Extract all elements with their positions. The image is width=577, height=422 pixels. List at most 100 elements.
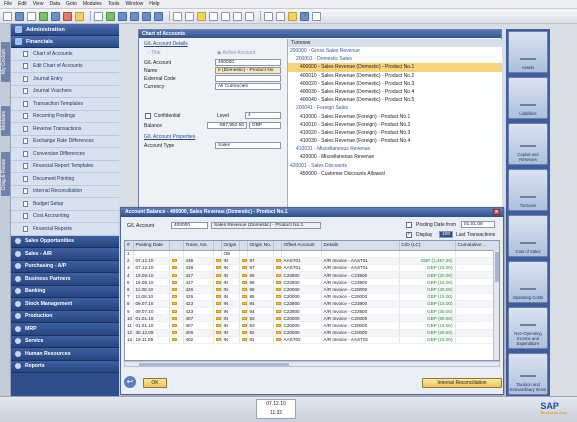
link-arrow-icon[interactable]	[171, 302, 177, 306]
module-administration[interactable]: Administration	[11, 24, 119, 36]
link-arrow-icon[interactable]	[171, 280, 177, 284]
menu-edit[interactable]: Edit	[18, 1, 27, 7]
link-arrow-icon[interactable]	[275, 288, 280, 292]
settings-icon[interactable]	[233, 11, 242, 21]
menu-file[interactable]: File	[4, 1, 12, 7]
link-arrow-icon[interactable]	[215, 259, 220, 263]
financials-item-chart-of-accounts[interactable]: Chart of Accounts	[11, 48, 119, 61]
module-sales-a-r[interactable]: Sales - A/R	[11, 248, 119, 261]
link-arrow-icon[interactable]	[241, 288, 246, 292]
link-arrow-icon[interactable]	[275, 266, 280, 270]
table-row[interactable]: 8 09.07.10 423 IN 94 C23900 A/R Invoice - C239…	[125, 300, 499, 309]
sort-icon[interactable]	[221, 11, 230, 21]
link-arrow-icon[interactable]	[171, 338, 177, 342]
link-arrow-icon[interactable]	[171, 309, 177, 313]
link-arrow-icon[interactable]	[241, 309, 246, 313]
next-icon[interactable]	[142, 11, 151, 21]
link-arrow-icon[interactable]	[275, 338, 280, 342]
link-arrow-icon[interactable]	[275, 316, 280, 320]
link-arrow-icon[interactable]	[215, 323, 220, 327]
link-arrow-icon[interactable]	[275, 309, 280, 313]
column-header[interactable]: Cumulative ...	[455, 241, 499, 251]
link-arrow-icon[interactable]	[171, 331, 177, 335]
menu-goto[interactable]: Goto	[66, 1, 77, 7]
link-arrow-icon[interactable]	[241, 338, 246, 342]
table-row[interactable]: 10 01.01.10 407 IN 93 C20000 A/R Invoice - C20…	[125, 314, 499, 323]
category-operating-costs[interactable]: Operating Costs	[508, 261, 548, 303]
link-arrow-icon[interactable]	[241, 295, 246, 299]
grid-horizontal-scrollbar[interactable]	[124, 361, 500, 367]
menu-view[interactable]: View	[33, 1, 44, 7]
column-header[interactable]	[213, 241, 222, 251]
link-arrow-icon[interactable]	[171, 288, 177, 292]
last-icon[interactable]	[154, 11, 163, 21]
name-field[interactable]: e (Domestic) - Product No	[215, 67, 281, 74]
column-header[interactable]: Origin No.	[247, 241, 274, 251]
email-icon[interactable]	[27, 11, 36, 21]
link-arrow-icon[interactable]	[171, 295, 177, 299]
tab-drag-relate[interactable]: Drag & Relate	[1, 152, 10, 196]
link-arrow-icon[interactable]	[241, 316, 246, 320]
financials-item-document-printing[interactable]: Document Printing	[11, 173, 119, 186]
link-arrow-icon[interactable]	[241, 331, 246, 335]
category-cost-of-sales[interactable]: Cost of Sales	[508, 215, 548, 257]
display-count-field[interactable]: 100	[439, 231, 453, 238]
link-arrow-icon[interactable]	[275, 302, 280, 306]
financials-item-recurring-postings[interactable]: Recurring Postings	[11, 110, 119, 123]
financials-item-internal-reconciliation[interactable]: Internal Reconciliation	[11, 185, 119, 198]
table-row[interactable]: 13 19.11.09 402 IN 91 AAST02 A/R Invoice - AAS…	[125, 336, 499, 344]
module-sales-opportunities[interactable]: Sales Opportunities	[11, 235, 119, 248]
add-icon[interactable]	[106, 11, 115, 21]
tree-account[interactable]: 420000 - Miscellaneous Revenue	[288, 153, 502, 161]
column-header[interactable]: Posting Date	[133, 241, 170, 251]
module-mrp[interactable]: MRP	[11, 323, 119, 336]
link-arrow-icon[interactable]	[215, 309, 220, 313]
posting-date-checkbox[interactable]	[406, 222, 412, 228]
column-header[interactable]: Details	[321, 241, 400, 251]
table-row[interactable]: 7 11.08.10 426 IN 95 C20000 A/R Invoice - C200…	[125, 293, 499, 301]
link-arrow-icon[interactable]	[215, 295, 220, 299]
link-arrow-icon[interactable]	[171, 266, 177, 270]
help-icon[interactable]: ?	[300, 11, 309, 21]
link-arrow-icon[interactable]	[215, 288, 220, 292]
module-financials[interactable]: Financials	[11, 36, 119, 48]
preview-icon[interactable]	[15, 11, 24, 21]
menu-data[interactable]: Data	[49, 1, 60, 7]
tab-my-cockpit[interactable]: My Cockpit	[1, 42, 10, 82]
link-arrow-icon[interactable]	[215, 273, 220, 277]
column-header[interactable]: C/D (LC)	[399, 241, 456, 251]
form-settings-icon[interactable]	[245, 11, 254, 21]
title-radio[interactable]: ○ Title	[147, 50, 161, 56]
gross-profit-icon[interactable]	[197, 11, 206, 21]
link-arrow-icon[interactable]	[171, 259, 177, 263]
tree-account[interactable]: 400020 - Sales Revenue (Domestic) - Prod…	[288, 80, 502, 88]
tree-account[interactable]: 450000 - Customer Discounts Allowed	[288, 170, 502, 178]
module-human-resources[interactable]: Human Resources	[11, 348, 119, 361]
prev-icon[interactable]	[130, 11, 139, 21]
column-header[interactable]: Offset Account	[281, 241, 322, 251]
link-arrow-icon[interactable]	[241, 323, 246, 327]
filter-icon[interactable]	[209, 11, 218, 21]
menu-window[interactable]: Window	[125, 1, 143, 7]
column-header[interactable]	[239, 241, 248, 251]
messages-icon[interactable]	[288, 11, 297, 21]
financials-item-financial-reports[interactable]: Financial Reports	[11, 223, 119, 236]
module-reports[interactable]: Reports	[11, 360, 119, 373]
financials-item-journal-entry[interactable]: Journal Entry	[11, 73, 119, 86]
financials-item-budget-setup[interactable]: Budget Setup	[11, 198, 119, 211]
account-type-select[interactable]: Sales	[215, 142, 281, 149]
link-arrow-icon[interactable]	[171, 323, 177, 327]
scroll-thumb[interactable]	[139, 363, 289, 366]
link-arrow-icon[interactable]	[215, 266, 220, 270]
link-arrow-icon[interactable]	[215, 331, 220, 335]
table-row[interactable]: 2 07.12.10 436 IN 97 AAST01 A/R Invoice - AAST…	[125, 257, 499, 265]
first-icon[interactable]	[118, 11, 127, 21]
menu-help[interactable]: Help	[149, 1, 159, 7]
external-code-field[interactable]	[215, 75, 281, 82]
scroll-thumb[interactable]	[494, 252, 499, 282]
close-icon[interactable]: ×	[493, 209, 500, 215]
module-purchasing-a-p[interactable]: Purchasing - A/P	[11, 260, 119, 273]
table-row[interactable]: 6 11.08.10 426 IN 95 C20000 A/R Invoice - C200…	[125, 285, 499, 294]
link-arrow-icon[interactable]	[275, 295, 280, 299]
column-header[interactable]	[273, 241, 282, 251]
